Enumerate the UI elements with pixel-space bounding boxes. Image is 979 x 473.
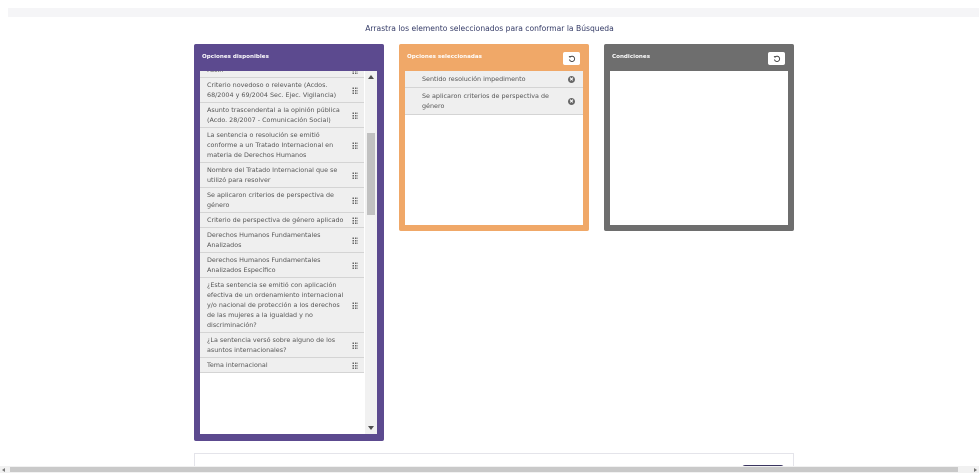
available-option-item[interactable]: Criterio novedoso o relevante (Acdos. 68… bbox=[200, 78, 364, 103]
undo-icon bbox=[773, 55, 780, 62]
available-option-item[interactable]: Criterio de perspectiva de género aplica… bbox=[200, 213, 364, 228]
available-option-item[interactable]: ¿La sentencia versó sobre alguno de los … bbox=[200, 333, 364, 358]
available-option-item[interactable]: Asunto trascendental a la opinión públic… bbox=[200, 103, 364, 128]
scrollbar[interactable] bbox=[365, 71, 377, 434]
available-option-label: Tema internacional bbox=[207, 361, 268, 369]
available-option-label: Criterio de perspectiva de género aplica… bbox=[207, 216, 344, 224]
selected-option-item[interactable]: Se aplicaron criterios de perspectiva de… bbox=[405, 88, 583, 115]
available-option-label: ¿La sentencia versó sobre alguno de los … bbox=[207, 336, 336, 354]
drag-handle-icon[interactable] bbox=[352, 172, 358, 179]
horizontal-scrollbar[interactable] bbox=[0, 466, 979, 473]
drag-handle-icon[interactable] bbox=[352, 302, 358, 309]
drag-handle-icon[interactable] bbox=[352, 342, 358, 349]
drag-handle-icon[interactable] bbox=[352, 197, 358, 204]
drag-handle-icon[interactable] bbox=[352, 142, 358, 149]
selected-options-title: Opciones seleccionadas bbox=[399, 44, 589, 71]
selected-option-label: Se aplicaron criterios de perspectiva de… bbox=[422, 92, 549, 110]
available-option-label: Fácil? bbox=[207, 71, 224, 74]
available-option-label: La sentencia o resolución se emitió conf… bbox=[207, 131, 334, 159]
available-option-item[interactable]: Derechos Humanos Fundamentales Analizado… bbox=[200, 228, 364, 253]
scroll-down-icon[interactable] bbox=[368, 426, 374, 430]
selected-option-label: Sentido resolución impedimento bbox=[422, 75, 526, 83]
available-options-list[interactable]: Fácil? Criterio novedoso o relevante (Acd… bbox=[200, 71, 377, 434]
top-bar bbox=[8, 8, 979, 17]
available-option-item[interactable]: ¿Esta sentencia se emitió con aplicación… bbox=[200, 278, 364, 333]
conditions-title: Condiciones bbox=[604, 44, 794, 71]
available-option-item[interactable]: Derechos Humanos Fundamentales Analizado… bbox=[200, 253, 364, 278]
available-options-panel: Opciones disponibles Fácil? Criterio nove… bbox=[194, 44, 384, 441]
remove-option-icon[interactable] bbox=[568, 75, 575, 83]
available-option-item[interactable]: Tema internacional bbox=[200, 358, 364, 373]
drag-handle-icon[interactable] bbox=[352, 71, 358, 74]
available-option-label: Derechos Humanos Fundamentales Analizado… bbox=[207, 256, 321, 274]
page-instruction: Arrastra los elemento seleccionados para… bbox=[365, 24, 614, 33]
scrollbar-thumb[interactable] bbox=[367, 133, 375, 215]
available-option-label: Criterio novedoso o relevante (Acdos. 68… bbox=[207, 81, 337, 99]
selected-options-panel: Opciones seleccionadas Sentido resolució… bbox=[399, 44, 589, 231]
conditions-panel: Condiciones bbox=[604, 44, 794, 231]
horizontal-scrollbar-thumb[interactable] bbox=[10, 467, 958, 472]
available-option-item[interactable]: Nombre del Tratado Internacional que se … bbox=[200, 163, 364, 188]
available-option-item[interactable]: La sentencia o resolución se emitió conf… bbox=[200, 128, 364, 163]
available-options-title: Opciones disponibles bbox=[202, 54, 269, 60]
selected-option-item[interactable]: Sentido resolución impedimento bbox=[405, 71, 583, 88]
drag-handle-icon[interactable] bbox=[352, 362, 358, 369]
conditions-dropzone[interactable] bbox=[610, 71, 788, 225]
available-option-label: Asunto trascendental a la opinión públic… bbox=[207, 106, 340, 124]
available-option-label: Derechos Humanos Fundamentales Analizado… bbox=[207, 231, 321, 249]
selected-options-list[interactable]: Sentido resolución impedimento Se aplicar… bbox=[405, 71, 583, 225]
scroll-right-icon[interactable] bbox=[974, 468, 977, 472]
remove-option-icon[interactable] bbox=[568, 97, 575, 105]
available-option-item[interactable]: Se aplicaron criterios de perspectiva de… bbox=[200, 188, 364, 213]
drag-handle-icon[interactable] bbox=[352, 87, 358, 94]
available-option-label: Se aplicaron criterios de perspectiva de… bbox=[207, 191, 334, 209]
drag-handle-icon[interactable] bbox=[352, 217, 358, 224]
drag-handle-icon[interactable] bbox=[352, 262, 358, 269]
available-option-item[interactable]: Fácil? bbox=[200, 71, 364, 78]
reset-conditions-button[interactable] bbox=[768, 52, 785, 65]
selected-options-title-text: Opciones seleccionadas bbox=[407, 54, 482, 60]
available-option-label: Nombre del Tratado Internacional que se … bbox=[207, 166, 338, 184]
scroll-up-icon[interactable] bbox=[368, 75, 374, 79]
drag-handle-icon[interactable] bbox=[352, 237, 358, 244]
scroll-left-icon[interactable] bbox=[2, 468, 5, 472]
reset-selected-button[interactable] bbox=[563, 52, 580, 65]
conditions-title-text: Condiciones bbox=[612, 54, 651, 60]
drag-handle-icon[interactable] bbox=[352, 112, 358, 119]
available-option-label: ¿Esta sentencia se emitió con aplicación… bbox=[207, 281, 344, 329]
undo-icon bbox=[568, 55, 575, 62]
